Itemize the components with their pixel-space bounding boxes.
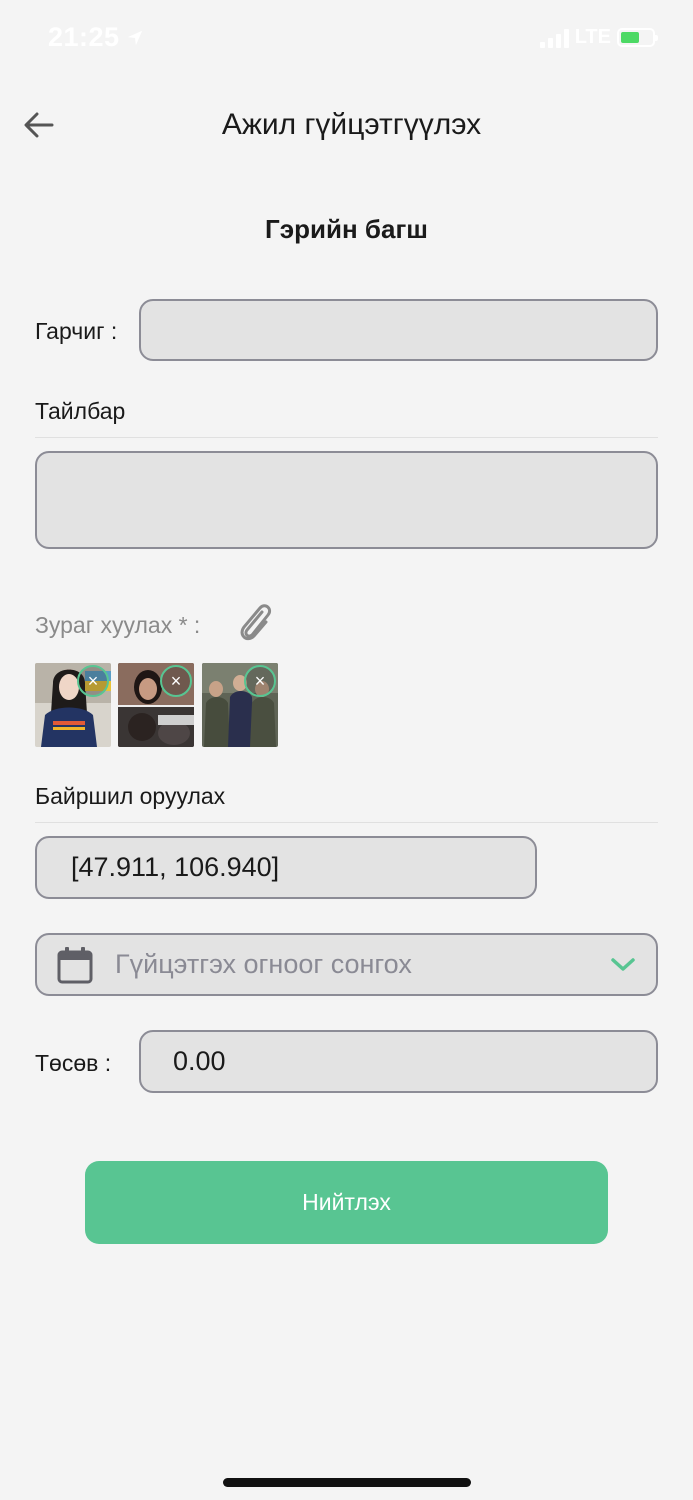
- photo-thumbnail[interactable]: ×: [35, 663, 111, 747]
- location-input[interactable]: [35, 836, 537, 899]
- description-input[interactable]: [35, 451, 658, 549]
- description-label: Тайлбар: [35, 398, 126, 424]
- date-placeholder: Гүйцэтгэх огноог сонгох: [115, 949, 412, 979]
- back-arrow-icon[interactable]: [22, 108, 56, 142]
- publish-button[interactable]: Нийтлэх: [85, 1161, 608, 1244]
- photo-thumbnail[interactable]: ×: [202, 663, 278, 747]
- budget-label: Төсөв :: [35, 1050, 112, 1076]
- remove-photo-button[interactable]: ×: [77, 665, 109, 697]
- page-title: Ажил гүйцэтгүүлэх: [221, 108, 482, 141]
- date-picker[interactable]: Гүйцэтгэх огноог сонгох: [35, 933, 658, 996]
- signal-icon: [539, 28, 569, 48]
- status-time-text: 21:25: [48, 22, 120, 52]
- divider: [35, 437, 658, 438]
- budget-input[interactable]: [139, 1030, 658, 1093]
- title-input[interactable]: [139, 299, 658, 361]
- status-indicators: LTE: [539, 26, 658, 49]
- remove-photo-button[interactable]: ×: [244, 665, 276, 697]
- status-time: 21:25: [48, 22, 144, 53]
- remove-photo-button[interactable]: ×: [160, 665, 192, 697]
- location-arrow-icon: [127, 30, 142, 45]
- home-indicator: [223, 1478, 471, 1487]
- photo-upload-label: Зураг хуулах * :: [35, 612, 201, 638]
- job-category-title: Гэрийн багш: [265, 214, 428, 244]
- paperclip-icon[interactable]: [235, 600, 275, 646]
- photo-thumbnail[interactable]: ×: [118, 663, 194, 747]
- battery-icon: [617, 28, 658, 47]
- location-label: Байршил оруулах: [35, 783, 226, 809]
- network-type: LTE: [574, 26, 611, 48]
- calendar-icon: [57, 946, 93, 983]
- divider: [35, 822, 658, 823]
- chevron-down-icon: [611, 957, 635, 971]
- title-label: Гарчиг :: [35, 318, 118, 344]
